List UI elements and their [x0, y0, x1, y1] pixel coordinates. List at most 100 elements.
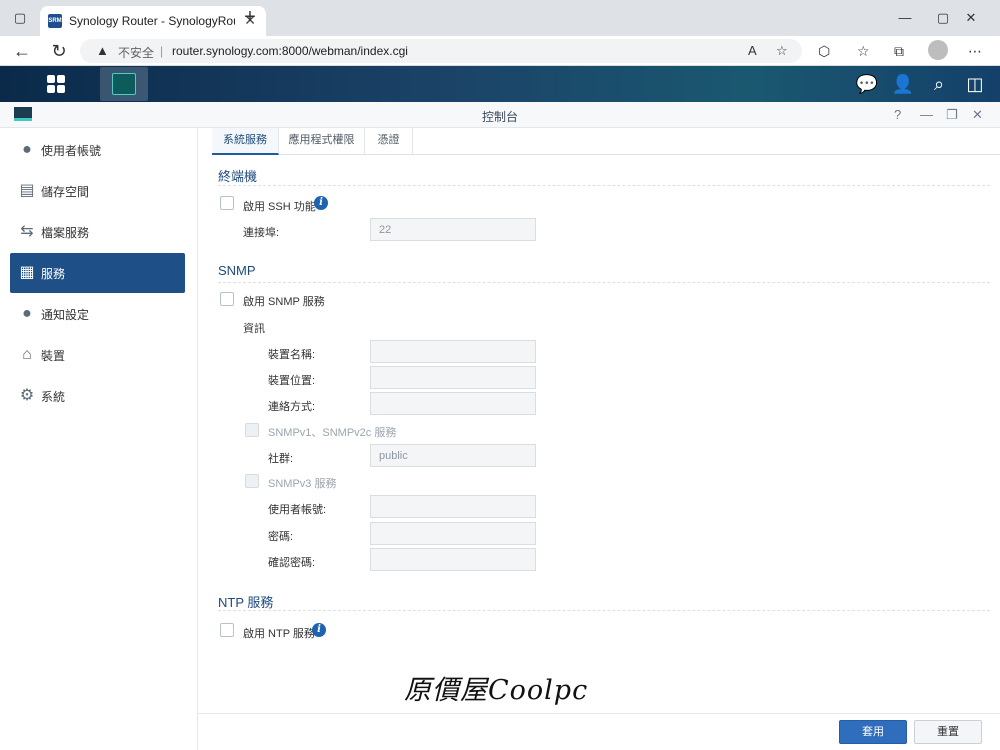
file-transfer-icon: ⇆	[20, 223, 34, 240]
collections-icon[interactable]: ⧉	[894, 43, 904, 60]
port-label: 連接埠:	[243, 227, 280, 239]
window-header: 控制台 ? — ❐ ✕	[0, 102, 1000, 128]
sidebar-item-user-accounts[interactable]: ● 使用者帳號	[10, 130, 185, 170]
contact-input[interactable]	[370, 392, 536, 415]
maximize-icon[interactable]: ▢	[934, 9, 952, 27]
ssh-info-icon[interactable]: i	[314, 196, 328, 210]
snmp-v1v2-checkbox[interactable]	[245, 423, 259, 437]
read-aloud-icon[interactable]: A	[748, 43, 757, 58]
enable-snmp-checkbox[interactable]	[220, 292, 234, 306]
close-window-icon[interactable]: ✕	[962, 9, 980, 27]
section-title-ntp: NTP 服務	[218, 595, 274, 610]
address-bar-row: ← ↻ ▲ 不安全 | router.synology.com:8000/web…	[0, 36, 1000, 66]
database-icon: ▤	[19, 182, 35, 199]
sidebar-item-storage[interactable]: ▤ 儲存空間	[10, 171, 185, 211]
extensions-icon[interactable]: ⬡	[818, 43, 830, 60]
chat-bubble-icon: ●	[22, 305, 32, 322]
apply-button[interactable]: 套用	[839, 720, 907, 744]
help-icon[interactable]: ?	[894, 107, 901, 122]
tab-system-services[interactable]: 系統服務	[212, 128, 279, 155]
device-location-input[interactable]	[370, 366, 536, 389]
snmp-username-input[interactable]	[370, 495, 536, 518]
widgets-icon[interactable]: ◫	[963, 72, 987, 96]
snmp-password-input[interactable]	[370, 522, 536, 545]
tab-certificates[interactable]: 憑證	[365, 128, 413, 155]
favorite-add-icon[interactable]: ☆	[776, 43, 788, 59]
window-minimize-icon[interactable]: —	[920, 107, 933, 122]
srm-favicon-icon: SRM	[48, 14, 62, 28]
refresh-icon[interactable]: ↻	[48, 40, 70, 62]
snmp-v3-label: SNMPv3 服務	[268, 478, 337, 490]
control-panel-icon	[112, 73, 136, 95]
device-location-label: 裝置位置:	[268, 375, 316, 387]
contact-label: 連絡方式:	[268, 401, 316, 413]
section-divider	[218, 185, 990, 186]
browser-tab[interactable]: SRM Synology Router - SynologyRouter ✕	[40, 6, 266, 36]
warning-icon: ▲	[96, 43, 109, 58]
window-restore-icon[interactable]: ❐	[946, 107, 958, 123]
device-name-input[interactable]	[370, 340, 536, 363]
sidebar-item-label: 使用者帳號	[41, 144, 102, 158]
snmp-username-label: 使用者帳號:	[268, 504, 327, 516]
favorites-icon[interactable]: ☆	[857, 43, 870, 60]
more-menu-icon[interactable]: ⋯	[968, 43, 982, 60]
enable-ssh-label: 啟用 SSH 功能	[243, 201, 316, 213]
main-menu-button[interactable]	[30, 66, 80, 102]
minimize-icon[interactable]: —	[896, 9, 914, 27]
snmp-confirm-password-input[interactable]	[370, 548, 536, 571]
url-field[interactable]: ▲ 不安全 | router.synology.com:8000/webman/…	[80, 39, 802, 63]
new-tab-icon[interactable]: +	[240, 7, 260, 28]
sidebar-item-label: 服務	[41, 267, 66, 281]
browser-tab-strip: ▢ SRM Synology Router - SynologyRouter ✕…	[0, 0, 1000, 36]
insecure-label: 不安全	[118, 46, 155, 60]
sidebar-item-label: 檔案服務	[41, 226, 90, 240]
snmp-confirm-password-label: 確認密碼:	[268, 557, 316, 569]
url-text: router.synology.com:8000/webman/index.cg…	[172, 44, 408, 58]
window-title: 控制台	[481, 110, 518, 124]
snmp-password-label: 密碼:	[268, 531, 294, 543]
sidebar-item-devices[interactable]: ⌂ 裝置	[10, 335, 185, 375]
sidebar-item-system[interactable]: ⚙ 系統	[10, 376, 185, 416]
gear-icon: ⚙	[19, 387, 35, 404]
sidebar-item-services[interactable]: ▦ 服務	[10, 253, 185, 293]
enable-snmp-label: 啟用 SNMP 服務	[243, 296, 325, 308]
community-input[interactable]: public	[370, 444, 536, 467]
coolpc-watermark: 原價屋Coolpc	[404, 675, 589, 706]
section-divider	[218, 610, 990, 611]
device-name-label: 裝置名稱:	[268, 349, 316, 361]
sidebar-item-label: 裝置	[41, 349, 66, 363]
snmp-v3-checkbox[interactable]	[245, 474, 259, 488]
tab-actions-icon[interactable]: ▢	[11, 9, 29, 27]
section-title-snmp: SNMP	[218, 263, 256, 278]
notification-chat-icon[interactable]: 💬	[855, 72, 879, 96]
snmp-v1v2-label: SNMPv1、SNMPv2c 服務	[268, 427, 397, 439]
snmp-info-label: 資訊	[243, 323, 265, 335]
sidebar-item-label: 系統	[41, 390, 66, 404]
sidebar: ● 使用者帳號 ▤ 儲存空間 ⇆ 檔案服務 ▦ 服務 ● 通知設定 ⌂ 裝置 ⚙…	[0, 128, 198, 750]
section-divider	[218, 282, 990, 283]
sidebar-item-file-services[interactable]: ⇆ 檔案服務	[10, 212, 185, 252]
sidebar-item-label: 儲存空間	[41, 185, 90, 199]
user-icon: ●	[22, 141, 32, 158]
ssh-port-input[interactable]: 22	[370, 218, 536, 241]
router-icon: ⌂	[22, 346, 32, 363]
section-title-terminal: 終端機	[218, 169, 258, 184]
tab-title: Synology Router - SynologyRouter	[69, 14, 235, 28]
user-menu-icon[interactable]: 👤	[891, 72, 915, 96]
sidebar-item-label: 通知設定	[41, 308, 90, 322]
back-icon[interactable]: ←	[11, 40, 33, 62]
enable-ssh-checkbox[interactable]	[220, 196, 234, 210]
reset-button[interactable]: 重置	[914, 720, 982, 744]
tab-app-privileges[interactable]: 應用程式權限	[279, 128, 365, 155]
profile-avatar[interactable]	[928, 40, 948, 60]
enable-ntp-label: 啟用 NTP 服務	[243, 628, 315, 640]
url-separator: |	[160, 44, 164, 58]
main-menu-icon	[47, 75, 65, 93]
search-icon[interactable]: ⌕	[927, 72, 951, 96]
sidebar-item-notifications[interactable]: ● 通知設定	[10, 294, 185, 334]
control-panel-taskbar-button[interactable]	[100, 67, 148, 101]
ntp-info-icon[interactable]: i	[312, 623, 326, 637]
window-close-icon[interactable]: ✕	[972, 107, 983, 123]
enable-ntp-checkbox[interactable]	[220, 623, 234, 637]
dsm-taskbar	[0, 66, 1000, 102]
